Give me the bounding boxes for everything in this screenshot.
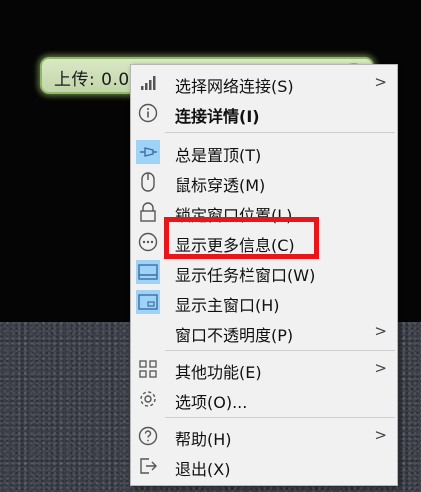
taskbar-window-icon bbox=[136, 260, 160, 284]
menu-item-other-functions[interactable]: 其他功能(E) > bbox=[131, 354, 397, 384]
menu-item-exit[interactable]: 退出(X) bbox=[131, 451, 397, 481]
menu-item-label: 帮助(H) bbox=[175, 430, 232, 449]
signal-bars-icon bbox=[136, 71, 160, 95]
menu-item-label: 窗口不透明度(P) bbox=[175, 326, 294, 345]
menu-item-show-main-window[interactable]: 显示主窗口(H) bbox=[131, 287, 397, 317]
menu-item-always-on-top[interactable]: 总是置顶(T) bbox=[131, 137, 397, 167]
submenu-arrow-icon: > bbox=[374, 359, 387, 377]
info-circle-icon bbox=[136, 101, 160, 125]
menu-item-label: 其他功能(E) bbox=[175, 363, 262, 382]
menu-item-label: 选项(O)... bbox=[175, 393, 248, 412]
menu-item-label: 显示任务栏窗口(W) bbox=[175, 266, 316, 285]
submenu-arrow-icon: > bbox=[374, 426, 387, 444]
menu-item-connection-details[interactable]: 连接详情(I) bbox=[131, 98, 397, 128]
menu-separator bbox=[165, 417, 395, 418]
help-circle-icon bbox=[136, 424, 160, 448]
menu-item-mouse-passthrough[interactable]: 鼠标穿透(M) bbox=[131, 167, 397, 197]
menu-item-label: 连接详情(I) bbox=[175, 107, 260, 126]
menu-item-label: 总是置顶(T) bbox=[175, 146, 262, 165]
lock-icon bbox=[136, 200, 160, 224]
menu-item-label: 鼠标穿透(M) bbox=[175, 176, 266, 195]
menu-item-options[interactable]: 选项(O)... bbox=[131, 384, 397, 414]
highlight-box bbox=[164, 217, 319, 259]
grid-icon bbox=[136, 357, 160, 381]
gear-icon bbox=[136, 387, 160, 411]
exit-icon bbox=[136, 454, 160, 478]
pin-icon bbox=[136, 140, 160, 164]
more-dots-icon bbox=[136, 230, 160, 254]
menu-item-label: 退出(X) bbox=[175, 460, 231, 479]
menu-item-select-network[interactable]: 选择网络连接(S) > bbox=[131, 68, 397, 98]
menu-item-help[interactable]: 帮助(H) > bbox=[131, 421, 397, 451]
menu-item-label: 选择网络连接(S) bbox=[175, 77, 294, 96]
menu-separator bbox=[165, 350, 395, 351]
menu-item-label: 显示主窗口(H) bbox=[175, 296, 280, 315]
main-window-icon bbox=[136, 290, 160, 314]
menu-item-show-taskbar-window[interactable]: 显示任务栏窗口(W) bbox=[131, 257, 397, 287]
mouse-icon bbox=[136, 170, 160, 194]
context-menu: 选择网络连接(S) > 连接详情(I) 总是置顶(T) 鼠标穿透(M) 锁定窗口… bbox=[130, 64, 398, 486]
menu-separator bbox=[165, 132, 395, 133]
submenu-arrow-icon: > bbox=[374, 73, 387, 91]
upload-speed-text: 上传: 0.0 bbox=[54, 70, 130, 90]
submenu-arrow-icon: > bbox=[374, 322, 387, 340]
menu-item-window-opacity[interactable]: 窗口不透明度(P) > bbox=[131, 317, 397, 347]
